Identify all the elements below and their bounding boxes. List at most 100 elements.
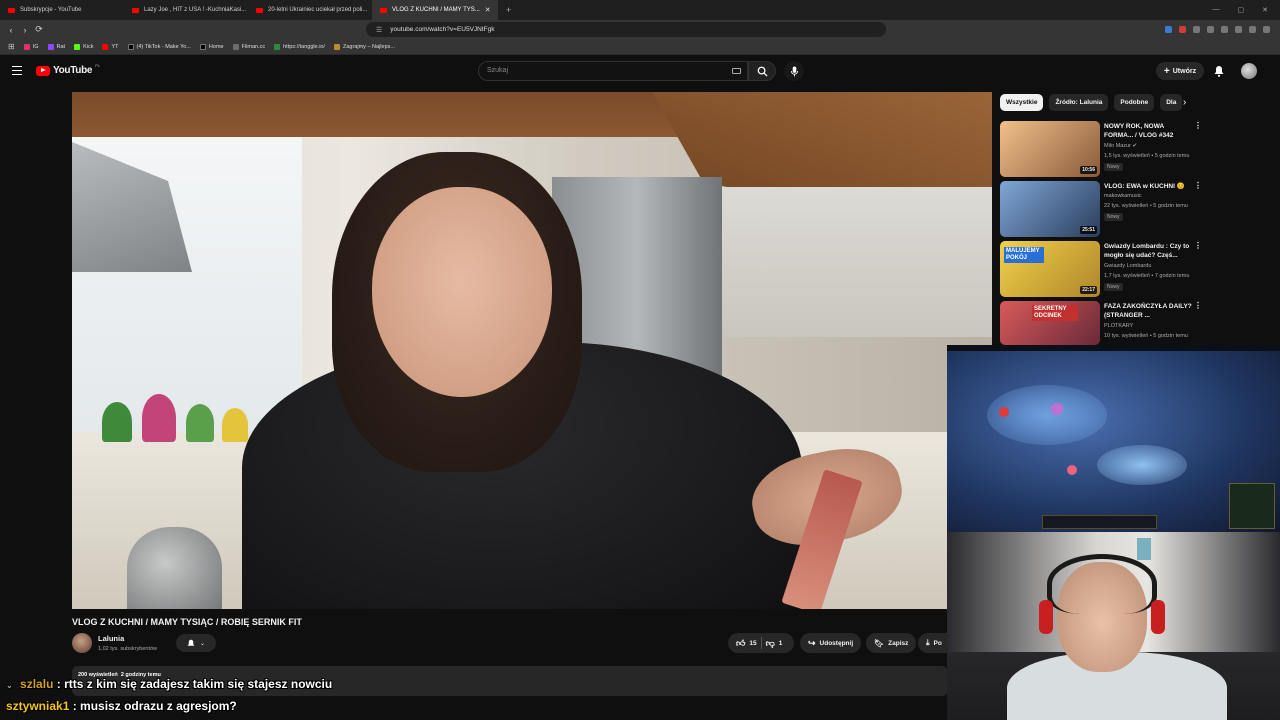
browser-tab[interactable]: Subskrypcje - YouTube: [0, 0, 124, 20]
chip-from-channel[interactable]: Źródło: Lalunia: [1049, 94, 1109, 111]
subscription-bell-button[interactable]: ⌄: [176, 634, 216, 652]
save-label: Zapisz: [888, 639, 909, 647]
extension-icon[interactable]: [1179, 26, 1186, 33]
recommendation-thumbnail[interactable]: MALUJEMY POKÓJ 22:17: [1000, 241, 1100, 297]
game-capture-overlay: [947, 345, 1280, 532]
url-field[interactable]: ☰ youtube.com/watch?v=EU5VJNtFgk: [366, 22, 886, 37]
close-tab-icon[interactable]: ✕: [485, 6, 491, 14]
chip-related[interactable]: Podobne: [1114, 94, 1155, 111]
more-options-icon[interactable]: ⋮: [1194, 241, 1202, 250]
reload-icon[interactable]: ⟳: [32, 24, 46, 35]
extension-icon[interactable]: [1165, 26, 1172, 33]
dislike-button[interactable]: 👎︎ 1: [766, 638, 783, 649]
keyboard-icon[interactable]: [732, 68, 741, 74]
chevron-right-icon[interactable]: ›: [1183, 97, 1186, 108]
recommendation-channel[interactable]: Gwiazdy Lombardu: [1104, 263, 1151, 269]
extension-icon[interactable]: [1249, 26, 1256, 33]
bookmark[interactable]: Home: [199, 43, 224, 50]
channel-name[interactable]: Lalunia: [98, 634, 124, 643]
voice-search-button[interactable]: [784, 61, 804, 81]
url-text: youtube.com/watch?v=EU5VJNtFgk: [390, 26, 495, 33]
bookmark[interactable]: (4) TikTok - Make Yo...: [127, 43, 191, 50]
site-info-icon[interactable]: ☰: [376, 26, 382, 34]
champion-icon: [1051, 403, 1063, 415]
download-label: Po: [933, 639, 942, 647]
bookmark[interactable]: Zagrajmy – Najleps...: [334, 43, 395, 50]
account-avatar[interactable]: [1241, 63, 1257, 79]
extension-icon[interactable]: [1235, 26, 1242, 33]
menu-icon[interactable]: [1263, 26, 1270, 33]
recommendation-thumbnail[interactable]: SEKRETNY ODCINEK: [1000, 301, 1100, 345]
plus-icon: +: [1163, 65, 1170, 77]
more-options-icon[interactable]: ⋮: [1194, 121, 1202, 130]
bookmark[interactable]: Kick: [74, 43, 93, 50]
extension-icon[interactable]: [1207, 26, 1214, 33]
download-button[interactable]: ⤓ Po: [918, 633, 948, 653]
browser-tab[interactable]: Lazy Joe , HIT z USA ! -KuchniaKasi...: [124, 0, 248, 20]
extension-icon[interactable]: [1221, 26, 1228, 33]
search-icon: [757, 66, 768, 77]
back-icon[interactable]: ‹: [4, 25, 18, 35]
new-tab-icon[interactable]: +: [506, 5, 511, 15]
create-label: Utwórz: [1172, 67, 1197, 75]
recommendation-meta: 1,7 tys. wyświetleń • 7 godzin temu: [1104, 273, 1190, 279]
recommendation-channel[interactable]: makowkamusic: [1104, 193, 1142, 199]
bell-icon: [187, 639, 195, 646]
extension-icon[interactable]: [1193, 26, 1200, 33]
youtube-logo[interactable]: YouTube PL: [36, 63, 100, 76]
search-button[interactable]: [748, 61, 776, 81]
more-options-icon[interactable]: ⋮: [1194, 181, 1202, 190]
chat-text: : musisz odrazu z agresjom?: [72, 699, 237, 713]
recommendation-thumbnail[interactable]: 10:56: [1000, 121, 1100, 177]
download-icon: ⤓: [926, 638, 930, 647]
search-input[interactable]: Szukaj: [478, 61, 748, 81]
minimap: [1229, 483, 1275, 529]
close-window-icon[interactable]: ✕: [1262, 6, 1268, 14]
bookmark[interactable]: Rat: [47, 43, 65, 50]
hamburger-menu-icon[interactable]: [12, 66, 22, 75]
recommendation-title[interactable]: NOWY ROK, NOWA FORMA... / VLOG #342: [1104, 122, 1192, 140]
video-duration: 10:56: [1080, 166, 1097, 174]
recommendation-thumbnail[interactable]: 25:51: [1000, 181, 1100, 237]
share-button[interactable]: ↪ Udostępnij: [800, 633, 862, 653]
chevron-down-icon: ⌄: [199, 640, 206, 647]
more-options-icon[interactable]: ⋮: [1194, 301, 1202, 310]
tab-label: Lazy Joe , HIT z USA ! -KuchniaKasi...: [144, 7, 247, 13]
verified-icon: ✔: [1132, 143, 1138, 149]
video-player[interactable]: [72, 92, 992, 609]
bookmarks-bar: ⊞ IG Rat Kick YT (4) TikTok - Make Yo...…: [0, 39, 1280, 55]
thumbnail-overlay-text: SEKRETNY ODCINEK: [1032, 305, 1078, 321]
recommendation-title[interactable]: FAZA ZAKOŃCZYŁA DAILY? (STRANGER ...: [1104, 302, 1192, 320]
recommendation-title[interactable]: Gwiazdy Lombardu : Czy to mogło się udać…: [1104, 242, 1192, 260]
chip-all[interactable]: Wszystkie: [1000, 94, 1044, 111]
maximize-icon[interactable]: ▢: [1238, 6, 1245, 14]
champion-icon: [1067, 465, 1077, 475]
recommendation-channel[interactable]: Milo Mazur ✔: [1104, 143, 1137, 149]
recommendation-channel[interactable]: PLOTKARY: [1104, 323, 1133, 329]
apps-icon[interactable]: ⊞: [8, 42, 15, 51]
browser-tab-bar: Subskrypcje - YouTube Lazy Joe , HIT z U…: [0, 0, 1280, 20]
extension-icons: [1165, 26, 1280, 33]
bookmark-icon: 🔖︎: [874, 638, 885, 648]
save-button[interactable]: 🔖︎ Zapisz: [866, 633, 917, 653]
bookmark[interactable]: IG: [23, 43, 39, 50]
browser-tab-active[interactable]: VLOG Z KUCHNI / MAMY TYS... ✕: [372, 0, 498, 20]
youtube-header: YouTube PL Szukaj + Utwórz: [0, 56, 1280, 88]
like-button[interactable]: 👍︎ 15: [736, 638, 757, 649]
thumbnail-overlay-text: MALUJEMY POKÓJ: [1004, 247, 1044, 263]
notifications-bell-icon[interactable]: [1214, 65, 1224, 77]
recommendation-title[interactable]: VLOG: EWA w KUCHNI 😊: [1104, 182, 1192, 191]
browser-tab[interactable]: 20-letni Ukrainiec uciekał przed poli...: [248, 0, 372, 20]
youtube-favicon-icon: [8, 7, 15, 13]
channel-avatar[interactable]: [72, 633, 92, 653]
bookmark[interactable]: YT: [102, 43, 119, 50]
bookmark[interactable]: Filman.cc: [232, 43, 265, 50]
tab-label: VLOG Z KUCHNI / MAMY TYS...: [392, 7, 480, 13]
webcam-overlay: [947, 532, 1280, 720]
forward-icon[interactable]: ›: [18, 25, 32, 35]
bookmark[interactable]: https://tanggle.io/: [274, 43, 325, 50]
create-button[interactable]: + Utwórz: [1156, 62, 1204, 80]
minimize-icon[interactable]: —: [1213, 6, 1220, 14]
chip-for-you[interactable]: Dla: [1160, 94, 1183, 111]
subscriber-count: 1,02 tys. subskrybentów: [98, 646, 158, 652]
